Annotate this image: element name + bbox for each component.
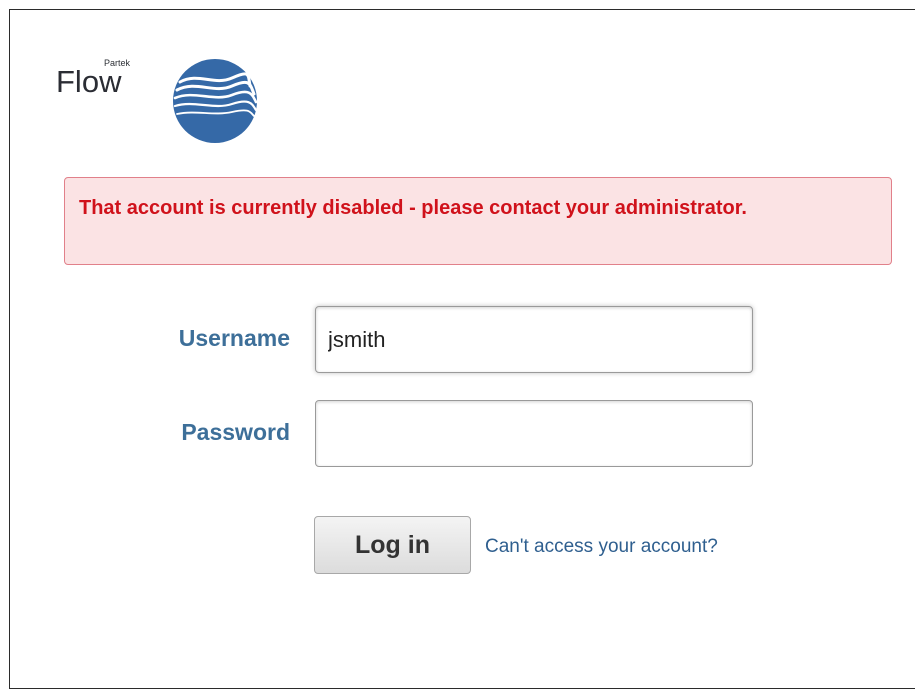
partek-flow-logo: Partek Flow [56, 58, 261, 148]
username-label: Username [178, 325, 290, 351]
cant-access-account-link[interactable]: Can't access your account? [485, 536, 718, 558]
password-label: Password [181, 419, 290, 445]
flow-wave-icon [173, 59, 258, 143]
logo-brand-main: Flow [56, 64, 122, 99]
password-input[interactable] [315, 400, 753, 467]
account-disabled-alert: That account is currently disabled - ple… [64, 177, 892, 265]
username-input[interactable] [315, 306, 753, 373]
login-button[interactable]: Log in [314, 516, 471, 574]
alert-message: That account is currently disabled - ple… [79, 197, 747, 219]
